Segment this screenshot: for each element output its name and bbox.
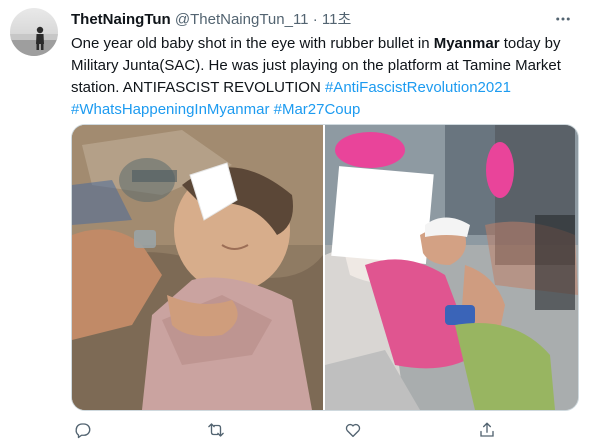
tweet-timestamp[interactable]: 11초 — [322, 11, 351, 28]
reply-icon[interactable] — [71, 418, 95, 442]
tweet-actions — [71, 418, 501, 442]
tweet-header: ThetNaingTun @ThetNaingTun_11 · 11초 — [71, 10, 351, 30]
retweet-icon[interactable] — [204, 418, 228, 442]
hashtag-link[interactable]: #WhatsHappeningInMyanmar — [71, 101, 269, 118]
heart-icon[interactable] — [341, 418, 365, 442]
share-icon[interactable] — [475, 418, 499, 442]
tweet-photo[interactable] — [325, 125, 578, 410]
hashtag-link[interactable]: #Mar27Coup — [274, 101, 361, 118]
user-handle[interactable]: @ThetNaingTun_11 — [175, 11, 309, 28]
hashtag-link[interactable]: #AntiFascistRevolution2021 — [325, 79, 511, 96]
display-name[interactable]: ThetNaingTun — [71, 11, 171, 28]
tweet-text-bold: Myanmar — [433, 35, 500, 52]
avatar[interactable] — [10, 8, 58, 56]
separator-dot: · — [312, 11, 318, 28]
more-dots-icon[interactable] — [552, 8, 574, 30]
media-grid — [71, 124, 579, 411]
tweet-photo[interactable] — [72, 125, 323, 410]
tweet-text: One year old baby shot in the eye with r… — [71, 33, 576, 121]
tweet-text-part: One year old baby shot in the eye with r… — [71, 35, 434, 52]
